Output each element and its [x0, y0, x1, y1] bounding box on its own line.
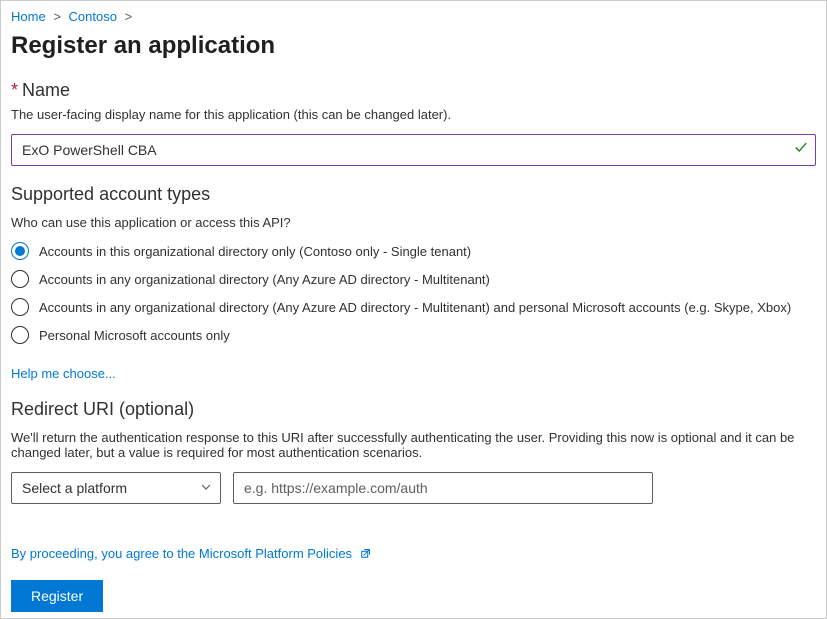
name-label: *Name [11, 80, 816, 101]
required-asterisk: * [11, 80, 18, 100]
account-types-question: Who can use this application or access t… [11, 215, 816, 230]
account-types-radio-group: Accounts in this organizational director… [11, 242, 816, 344]
radio-icon [11, 242, 29, 260]
help-me-choose-link[interactable]: Help me choose... [11, 366, 116, 381]
radio-label: Accounts in any organizational directory… [39, 300, 791, 315]
account-types-heading: Supported account types [11, 184, 816, 205]
platform-select[interactable]: Select a platform [11, 472, 221, 504]
redirect-uri-description: We'll return the authentication response… [11, 430, 816, 460]
name-input[interactable] [11, 134, 816, 166]
radio-label: Accounts in any organizational directory… [39, 272, 490, 287]
redirect-uri-input[interactable] [233, 472, 653, 504]
radio-label: Personal Microsoft accounts only [39, 328, 230, 343]
radio-icon [11, 270, 29, 288]
page-title: Register an application [11, 32, 816, 60]
redirect-row: Select a platform [11, 472, 816, 504]
breadcrumb-separator: > [125, 9, 133, 24]
external-link-icon [360, 547, 372, 562]
name-input-wrapper [11, 134, 816, 166]
policy-row: By proceeding, you agree to the Microsof… [11, 546, 816, 562]
platform-select-value: Select a platform [22, 480, 127, 496]
platform-policies-link[interactable]: By proceeding, you agree to the Microsof… [11, 546, 372, 561]
breadcrumb-home[interactable]: Home [11, 9, 46, 24]
radio-multitenant[interactable]: Accounts in any organizational directory… [11, 270, 816, 288]
name-label-text: Name [22, 80, 70, 100]
redirect-uri-heading: Redirect URI (optional) [11, 399, 816, 420]
breadcrumb-separator: > [53, 9, 61, 24]
chevron-down-icon [200, 480, 212, 496]
radio-icon [11, 298, 29, 316]
radio-personal-only[interactable]: Personal Microsoft accounts only [11, 326, 816, 344]
register-button[interactable]: Register [11, 580, 103, 612]
radio-multitenant-personal[interactable]: Accounts in any organizational directory… [11, 298, 816, 316]
breadcrumb-contoso[interactable]: Contoso [69, 9, 117, 24]
radio-icon [11, 326, 29, 344]
radio-label: Accounts in this organizational director… [39, 244, 471, 259]
policy-link-text: By proceeding, you agree to the Microsof… [11, 546, 352, 561]
radio-single-tenant[interactable]: Accounts in this organizational director… [11, 242, 816, 260]
checkmark-icon [794, 141, 808, 160]
breadcrumb: Home > Contoso > [11, 9, 816, 24]
name-description: The user-facing display name for this ap… [11, 107, 816, 122]
